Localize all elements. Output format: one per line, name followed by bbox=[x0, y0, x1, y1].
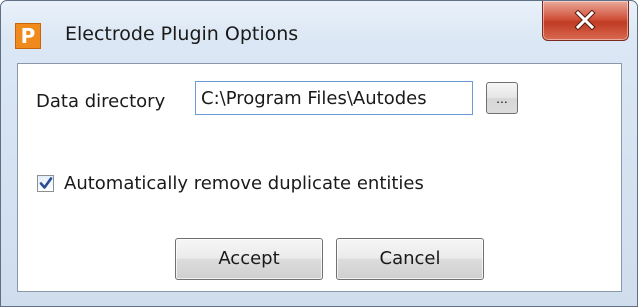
accept-button[interactable]: Accept bbox=[175, 238, 323, 280]
title-bar[interactable]: P Electrode Plugin Options bbox=[1, 1, 637, 63]
data-directory-label: Data directory bbox=[36, 91, 166, 112]
cancel-button[interactable]: Cancel bbox=[336, 238, 484, 280]
window-title: Electrode Plugin Options bbox=[65, 23, 299, 45]
data-directory-input[interactable] bbox=[195, 81, 473, 115]
remove-duplicates-label[interactable]: Automatically remove duplicate entities bbox=[64, 173, 424, 194]
dialog-content: Data directory ... Automatically remove … bbox=[17, 63, 622, 292]
close-icon bbox=[574, 10, 596, 30]
checkmark-icon bbox=[39, 177, 53, 189]
app-plugin-icon: P bbox=[15, 23, 41, 49]
remove-duplicates-checkbox[interactable] bbox=[37, 175, 54, 192]
browse-button[interactable]: ... bbox=[486, 82, 518, 114]
dialog-window: P Electrode Plugin Options Data director… bbox=[0, 0, 638, 307]
close-button[interactable] bbox=[542, 1, 629, 41]
